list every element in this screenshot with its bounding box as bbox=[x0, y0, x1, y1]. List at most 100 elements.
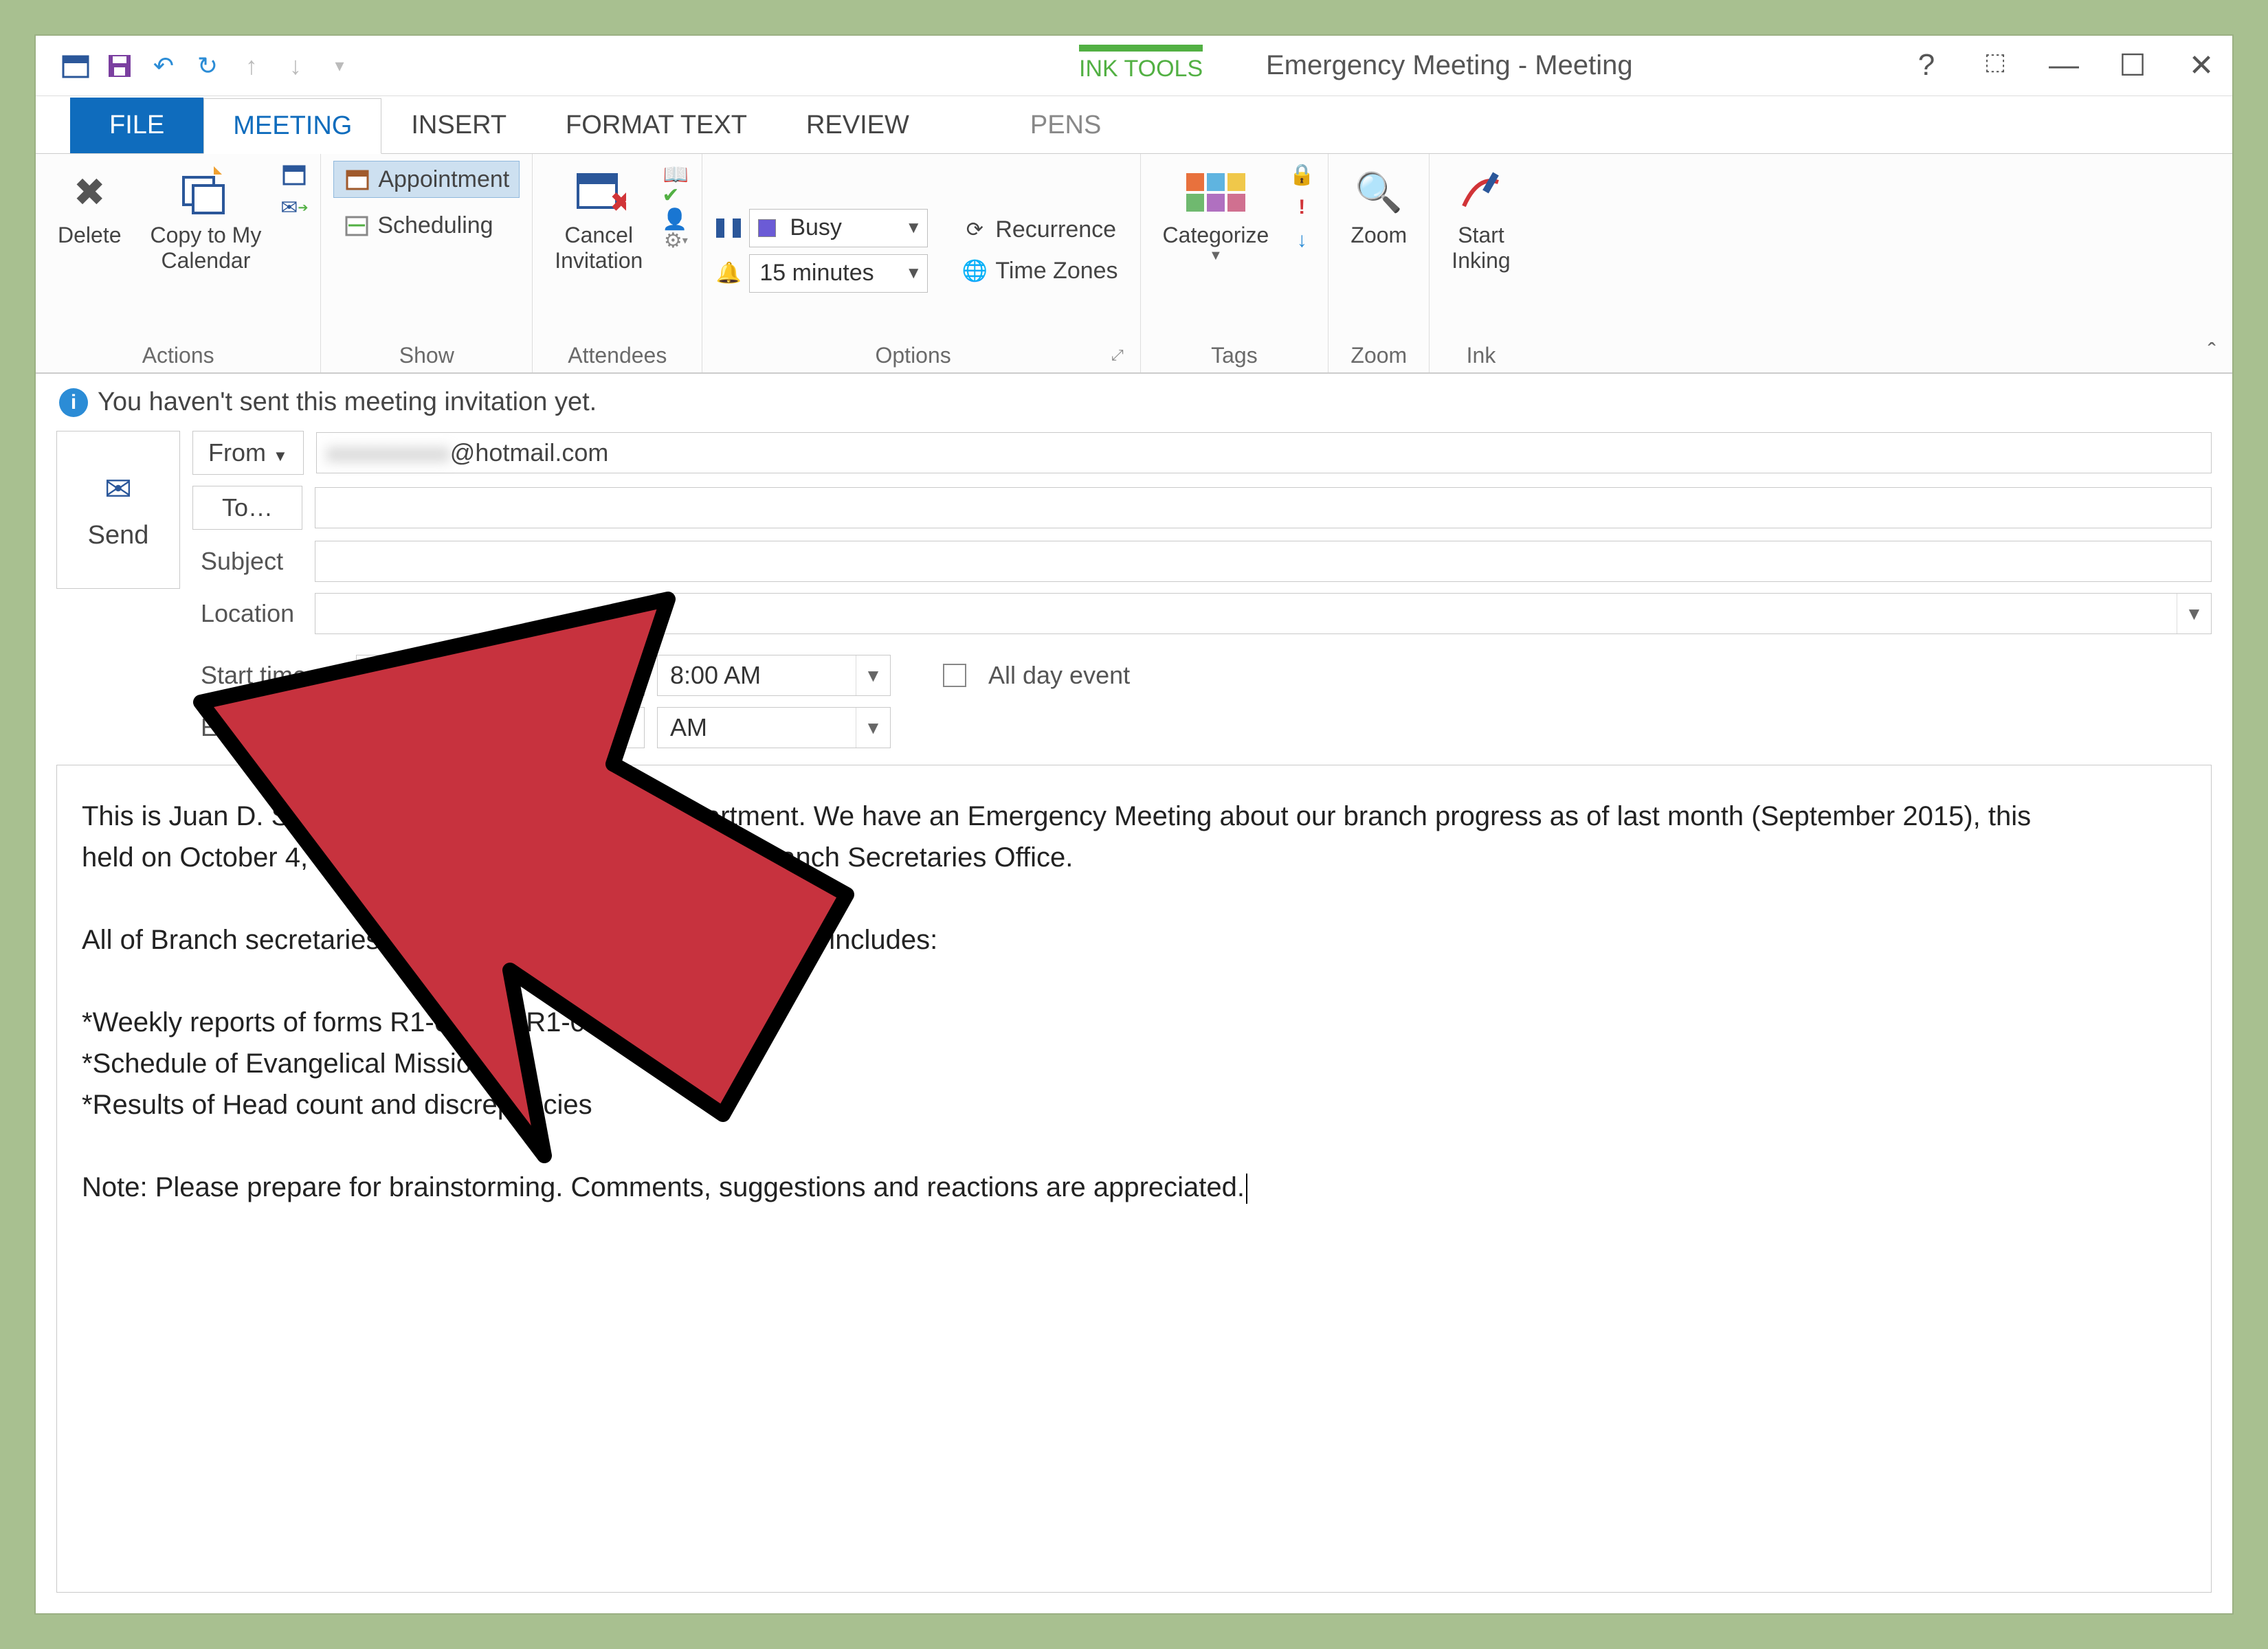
ink-tools-label: INK TOOLS bbox=[1067, 52, 1215, 87]
categorize-icon bbox=[1188, 165, 1243, 220]
low-importance-icon[interactable]: ↓ bbox=[1288, 227, 1315, 254]
send-label: Send bbox=[88, 521, 149, 550]
window-title: Emergency Meeting - Meeting bbox=[1266, 50, 1633, 81]
scheduling-button[interactable]: Scheduling bbox=[333, 207, 520, 243]
copy-to-calendar-label: Copy to My Calendar bbox=[151, 223, 262, 273]
start-time-field[interactable]: 8:00 AM▼ bbox=[657, 655, 891, 696]
delete-label: Delete bbox=[58, 223, 122, 248]
help-icon[interactable]: ? bbox=[1909, 48, 1944, 83]
calendar-small-icon[interactable] bbox=[280, 161, 308, 188]
qat-customize-icon[interactable]: ▾ bbox=[324, 51, 355, 81]
tab-pens[interactable]: PENS bbox=[1001, 98, 1131, 153]
copy-to-calendar-button[interactable]: Copy to My Calendar bbox=[141, 161, 271, 278]
quick-access-toolbar: ↶ ↻ ↑ ↓ ▾ bbox=[36, 51, 379, 81]
subject-field[interactable] bbox=[315, 541, 2212, 582]
delete-button[interactable]: ✖ Delete bbox=[48, 161, 131, 252]
svg-text:✖: ✖ bbox=[610, 188, 626, 218]
recurrence-button[interactable]: ⟳ Recurrence bbox=[951, 212, 1127, 248]
all-day-label: All day event bbox=[988, 661, 1130, 690]
all-day-checkbox[interactable] bbox=[943, 664, 966, 687]
cancel-invitation-label: Cancel Invitation bbox=[555, 223, 643, 273]
title-bar: ↶ ↻ ↑ ↓ ▾ INK TOOLS Emergency Meeting - … bbox=[36, 36, 2232, 96]
start-inking-button[interactable]: Start Inking bbox=[1442, 161, 1520, 278]
time-zones-label: Time Zones bbox=[995, 258, 1118, 284]
calendar-icon[interactable] bbox=[60, 51, 91, 81]
ribbon-group-zoom: 🔍 Zoom Zoom bbox=[1328, 154, 1430, 372]
subject-label: Subject bbox=[192, 547, 302, 576]
tab-file[interactable]: FILE bbox=[70, 98, 203, 153]
tab-insert[interactable]: INSERT bbox=[381, 98, 536, 153]
close-icon[interactable]: ✕ bbox=[2184, 48, 2219, 83]
ribbon-group-options: Busy ▼ 🔔 15 minutes ▼ ⟳ Recurrence bbox=[702, 154, 1140, 372]
scheduling-icon bbox=[343, 212, 370, 239]
recurrence-icon: ⟳ bbox=[961, 216, 988, 244]
categorize-button[interactable]: Categorize ▼ bbox=[1153, 161, 1279, 268]
group-label-zoom: Zoom bbox=[1341, 340, 1416, 370]
appointment-button[interactable]: Appointment bbox=[333, 161, 520, 198]
message-body-text: This is Juan D. Smith Local Se f KHM Dep… bbox=[82, 801, 2153, 1202]
cancel-invitation-button[interactable]: ✖ Cancel Invitation bbox=[545, 161, 652, 278]
show-as-value: Busy bbox=[784, 214, 900, 241]
categorize-label: Categorize bbox=[1163, 223, 1269, 248]
ink-tools-contextual-tab: INK TOOLS bbox=[1067, 36, 1215, 96]
tab-meeting[interactable]: MEETING bbox=[203, 98, 381, 154]
message-body[interactable]: This is Juan D. Smith Local Se f KHM Dep… bbox=[56, 765, 2212, 1593]
meeting-form: ✉ Send From ▼ xxxxxxxxxx@hotmail.com To…… bbox=[36, 431, 2232, 765]
options-dialog-launcher-icon[interactable]: ⤢ bbox=[1111, 346, 1128, 364]
end-date-field[interactable]: ▼ bbox=[356, 707, 645, 748]
appointment-label: Appointment bbox=[378, 166, 509, 193]
end-time-field[interactable]: AM▼ bbox=[657, 707, 891, 748]
show-as-dropdown[interactable]: Busy ▼ bbox=[749, 209, 928, 247]
delete-x-icon: ✖ bbox=[62, 165, 117, 220]
maximize-icon[interactable]: ☐ bbox=[2115, 48, 2150, 83]
forward-small-icon[interactable]: ✉➔ bbox=[280, 194, 308, 221]
up-arrow-icon: ↑ bbox=[236, 51, 267, 81]
appointment-icon bbox=[344, 166, 371, 193]
chevron-down-icon: ▼ bbox=[2177, 594, 2211, 633]
ribbon-group-attendees: ✖ Cancel Invitation 📖 ✔👤 ⚙▾ Attendees bbox=[533, 154, 702, 372]
ribbon-group-show: Appointment Scheduling Show bbox=[321, 154, 533, 372]
group-label-show: Show bbox=[333, 340, 520, 370]
tab-format-text[interactable]: FORMAT TEXT bbox=[536, 98, 777, 153]
high-importance-icon[interactable]: ! bbox=[1288, 194, 1315, 221]
cancel-invitation-icon: ✖ bbox=[571, 165, 626, 220]
recurrence-label: Recurrence bbox=[995, 216, 1116, 243]
redo-icon[interactable]: ↻ bbox=[192, 51, 223, 81]
to-field[interactable] bbox=[315, 487, 2212, 528]
chevron-down-icon: ▼ bbox=[856, 655, 890, 695]
scheduling-label: Scheduling bbox=[377, 212, 493, 239]
reminder-value: 15 minutes bbox=[750, 260, 900, 287]
send-button[interactable]: ✉ Send bbox=[56, 431, 180, 589]
chevron-down-icon: ▼ bbox=[856, 708, 890, 748]
check-names-icon[interactable]: ✔👤 bbox=[662, 194, 689, 221]
zoom-button[interactable]: 🔍 Zoom bbox=[1341, 161, 1416, 252]
from-field[interactable]: xxxxxxxxxx@hotmail.com bbox=[316, 432, 2212, 473]
ribbon: ✖ Delete Copy to My Calendar ✉➔ Actions bbox=[36, 154, 2232, 374]
to-button[interactable]: To… bbox=[192, 486, 302, 530]
info-bar: i You haven't sent this meeting invitati… bbox=[36, 374, 2232, 431]
save-icon[interactable] bbox=[104, 51, 135, 81]
end-time-label: End time bbox=[192, 713, 344, 742]
minimize-icon[interactable]: — bbox=[2047, 48, 2081, 83]
ribbon-group-actions: ✖ Delete Copy to My Calendar ✉➔ Actions bbox=[36, 154, 321, 372]
ribbon-group-ink: Start Inking Ink bbox=[1430, 154, 1532, 372]
from-button[interactable]: From ▼ bbox=[192, 431, 304, 475]
tab-review[interactable]: REVIEW bbox=[777, 98, 939, 153]
ribbon-display-options-icon[interactable]: ⬚ bbox=[1978, 48, 2012, 83]
reminder-dropdown[interactable]: 15 minutes ▼ bbox=[749, 254, 928, 293]
start-inking-label: Start Inking bbox=[1452, 223, 1510, 273]
down-arrow-icon[interactable]: ↓ bbox=[280, 51, 311, 81]
start-time-label: Start time bbox=[192, 661, 344, 690]
response-options-icon[interactable]: ⚙▾ bbox=[662, 227, 689, 254]
private-lock-icon[interactable]: 🔒 bbox=[1288, 161, 1315, 188]
location-field[interactable]: ▼ bbox=[315, 593, 2212, 634]
time-zones-button[interactable]: 🌐 Time Zones bbox=[951, 254, 1127, 289]
undo-icon[interactable]: ↶ bbox=[148, 51, 179, 81]
globe-icon: 🌐 bbox=[961, 258, 988, 285]
start-date-field[interactable]: ▼ bbox=[356, 655, 645, 696]
collapse-ribbon-icon[interactable]: ˆ bbox=[2208, 339, 2216, 366]
info-icon: i bbox=[59, 388, 88, 417]
info-bar-text: You haven't sent this meeting invitation… bbox=[98, 388, 597, 417]
window-controls: ? ⬚ — ☐ ✕ bbox=[1909, 48, 2219, 83]
text-cursor bbox=[1246, 1174, 1247, 1204]
